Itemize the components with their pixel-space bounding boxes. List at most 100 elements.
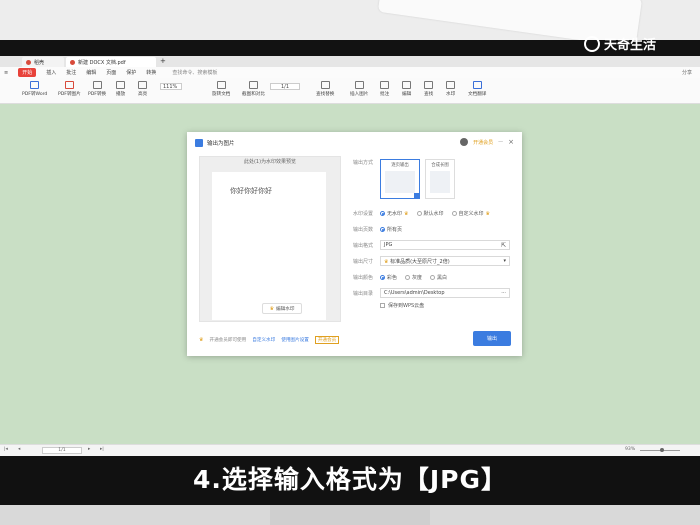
save-wps-row: 保存到WPS云盘	[380, 302, 424, 309]
edit-icon	[402, 81, 412, 89]
image-app-icon	[195, 139, 203, 147]
dir-input[interactable]: C:\Users\admin\Desktop ···	[380, 288, 510, 298]
footer-link-custom[interactable]: 自定义水印	[252, 337, 275, 343]
tab-document[interactable]: 新建 DOCX 文档.pdf	[66, 57, 156, 67]
mode-per-page[interactable]: 逐页输出	[380, 159, 420, 199]
watermark-custom-radio[interactable]: 自定义水印 ♛	[451, 210, 491, 217]
save-wps-checkbox[interactable]	[380, 303, 385, 308]
menu-file-icon[interactable]: ≡	[4, 70, 8, 76]
format-label: 输出格式	[353, 242, 374, 249]
pages-row: 输出页数 所有页	[353, 226, 410, 233]
tool-label: 截图和对比	[242, 92, 265, 97]
tool-pdf-convert[interactable]: PDF转换	[88, 81, 106, 97]
watermark-default-radio[interactable]: 默认水印	[416, 210, 444, 217]
footer-link-image[interactable]: 使用图片设置	[281, 337, 309, 343]
more-icon[interactable]: ···	[501, 290, 506, 296]
tool-compare[interactable]: 截图和对比	[242, 81, 265, 97]
tool-pdf-to-image[interactable]: PDF转图片	[58, 81, 81, 97]
tool-label: PDF转Word	[22, 92, 48, 97]
crown-icon: ♛	[384, 258, 389, 265]
footer-vip-button[interactable]: 开通会员	[314, 336, 340, 344]
monitor-stand	[0, 505, 700, 525]
tool-insert-image[interactable]: 插入图片	[350, 81, 368, 97]
command-search[interactable]: 查找命令、搜索模板	[172, 69, 217, 76]
menu-insert[interactable]: 插入	[46, 69, 56, 76]
last-page-icon[interactable]: ▸|	[100, 447, 104, 452]
status-page-input[interactable]: 1/1	[42, 447, 82, 454]
radio-dot	[416, 211, 422, 216]
tool-find-replace[interactable]: 查找替换	[316, 81, 334, 97]
dialog-title: 输出为图片	[195, 139, 235, 147]
watermark-none-radio[interactable]: 无水印 ♛	[380, 210, 409, 217]
crown-icon: ♛	[485, 210, 491, 217]
tool-label: PDF转换	[88, 92, 107, 97]
tab-docer[interactable]: 稻壳	[22, 57, 64, 67]
preview-header: 此处(1)为水印效果预览	[243, 159, 297, 165]
first-page-icon[interactable]: |◂	[4, 447, 8, 452]
dialog-title-text: 输出为图片	[207, 141, 235, 147]
watermark: 天奇生活	[584, 34, 656, 53]
prev-page-icon[interactable]: ◂	[18, 447, 20, 452]
quality-row: 输出尺寸 ♛ 标准品质(大至原尺寸_2倍) ▾	[353, 256, 510, 266]
add-tab-icon[interactable]: +	[160, 57, 166, 65]
tab-bar: 稻壳 新建 DOCX 文档.pdf +	[0, 56, 700, 67]
minimize-icon[interactable]: —	[498, 139, 503, 145]
pages-all-radio[interactable]: 所有页	[380, 226, 402, 233]
menu-protect[interactable]: 保护	[126, 69, 136, 76]
preview-panel: 此处(1)为水印效果预览 你好你好你好 ♛ 编辑水印	[199, 156, 341, 322]
tool-translate[interactable]: 文档翻译	[468, 81, 486, 97]
color-bw-radio[interactable]: 黑白	[430, 274, 447, 281]
edit-watermark-label: 编辑水印	[276, 306, 295, 312]
save-wps-label: 保存到WPS云盘	[388, 303, 425, 309]
export-image-dialog: 输出为图片 开通会员 — × 此处(1)为水印效果预览 你好你好你好 ♛ 编辑水…	[187, 132, 522, 356]
word-icon	[30, 81, 40, 89]
tool-edit[interactable]: 编辑	[402, 81, 411, 97]
format-row: 输出格式 JPG ⇱	[353, 240, 510, 250]
chevron-down-icon: ▾	[503, 258, 506, 264]
export-button[interactable]: 输出	[473, 331, 511, 346]
tab-label: 新建 DOCX 文档.pdf	[78, 59, 126, 66]
zoom-slider-handle[interactable]	[660, 448, 664, 452]
close-icon[interactable]: ×	[508, 138, 514, 146]
tool-label: 批注	[380, 92, 390, 97]
tool-search[interactable]: 查找	[424, 81, 433, 97]
vip-link[interactable]: 开通会员	[473, 139, 493, 146]
color-label: 输出颜色	[353, 275, 374, 281]
radio-dot	[405, 275, 411, 280]
menu-start[interactable]: 开始	[18, 68, 37, 77]
tool-label: 旋转文档	[212, 92, 231, 97]
color-full-radio[interactable]: 彩色	[380, 274, 397, 281]
zoom-input[interactable]: 111%	[160, 83, 182, 90]
menu-convert[interactable]: 转换	[146, 69, 156, 76]
share-button[interactable]: 分享	[682, 69, 692, 76]
radio-label: 自定义水印	[458, 211, 484, 217]
tool-highlight[interactable]: 高亮	[138, 81, 147, 97]
compare-icon	[248, 81, 258, 89]
tool-rotate[interactable]: 旋转文档	[212, 81, 230, 97]
menu-comment[interactable]: 批注	[66, 69, 76, 76]
menu-edit[interactable]: 编辑	[86, 69, 96, 76]
tool-watermark[interactable]: 水印	[446, 81, 455, 97]
quality-select[interactable]: ♛ 标准品质(大至原尺寸_2倍) ▾	[380, 256, 510, 266]
rotate-icon	[216, 81, 226, 89]
next-page-icon[interactable]: ▸	[88, 447, 90, 452]
format-select[interactable]: JPG ⇱	[380, 240, 510, 250]
radio-label: 黑白	[437, 275, 448, 281]
tool-pdf-to-word[interactable]: PDF转Word	[22, 81, 47, 97]
play-icon	[116, 81, 126, 89]
tool-annotate[interactable]: 批注	[380, 81, 389, 97]
avatar[interactable]	[460, 138, 469, 146]
color-gray-radio[interactable]: 灰度	[405, 274, 422, 281]
page-input[interactable]: 1/1	[270, 83, 300, 90]
mode-long-image[interactable]: 合成长图	[425, 159, 455, 199]
menu-page[interactable]: 页面	[106, 69, 116, 76]
per-page-thumb	[385, 171, 415, 193]
color-row: 输出颜色 彩色 灰度 黑白	[353, 274, 455, 281]
radio-dot	[380, 227, 385, 232]
edit-watermark-button[interactable]: ♛ 编辑水印	[262, 303, 302, 314]
tool-label: PDF转图片	[58, 92, 81, 97]
tool-play[interactable]: 播放	[116, 81, 125, 97]
radio-label: 灰度	[412, 275, 423, 281]
radio-dot	[430, 275, 436, 280]
radio-dot	[380, 211, 385, 216]
